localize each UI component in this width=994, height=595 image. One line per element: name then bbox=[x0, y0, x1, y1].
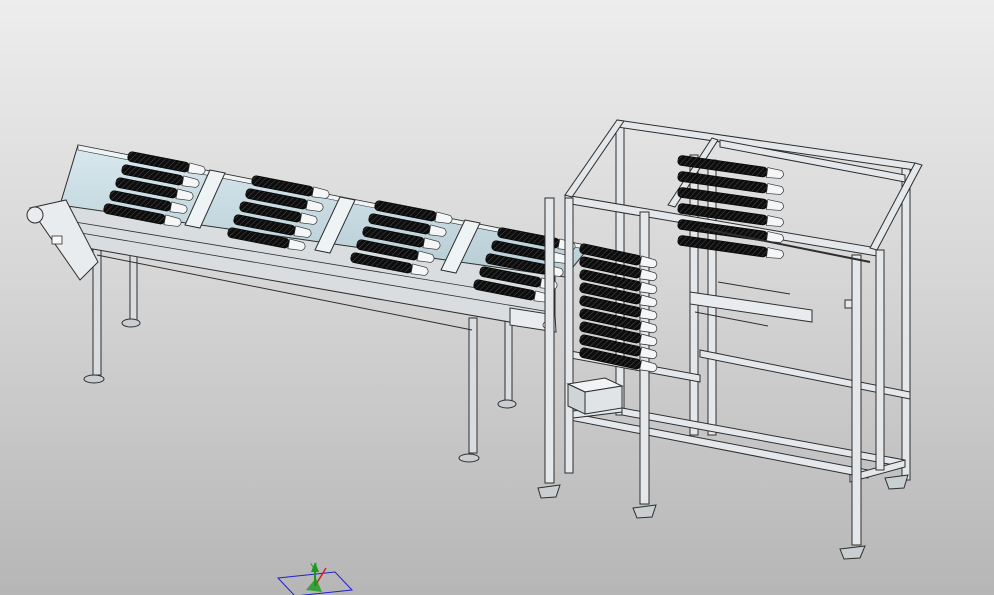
leveling-foot bbox=[497, 399, 517, 409]
leveling-foot bbox=[458, 453, 480, 463]
control-box bbox=[566, 377, 624, 415]
assembly-model[interactable]: Y bbox=[0, 0, 994, 595]
cad-3d-viewport[interactable]: Y bbox=[0, 0, 994, 595]
conveyor-leg bbox=[468, 317, 478, 454]
rack-top-beam bbox=[564, 119, 625, 198]
y-axis-label: Y bbox=[310, 562, 318, 574]
conveyor-leg bbox=[504, 311, 513, 405]
rack-post bbox=[875, 249, 885, 471]
conveyor bbox=[26, 144, 591, 463]
leveling-foot bbox=[83, 374, 105, 384]
leveling-foot bbox=[632, 504, 657, 519]
axis-triad[interactable]: Y bbox=[276, 562, 354, 595]
leveling-foot bbox=[884, 474, 909, 490]
rack-post bbox=[564, 197, 574, 474]
rack-post bbox=[901, 164, 911, 481]
leveling-foot bbox=[839, 545, 866, 560]
rack-top-beam bbox=[616, 119, 916, 171]
rack-post bbox=[851, 254, 862, 546]
leveling-foot bbox=[537, 484, 561, 499]
rack-post bbox=[544, 197, 555, 484]
conveyor-feet bbox=[83, 318, 517, 463]
leveling-foot bbox=[121, 318, 141, 328]
